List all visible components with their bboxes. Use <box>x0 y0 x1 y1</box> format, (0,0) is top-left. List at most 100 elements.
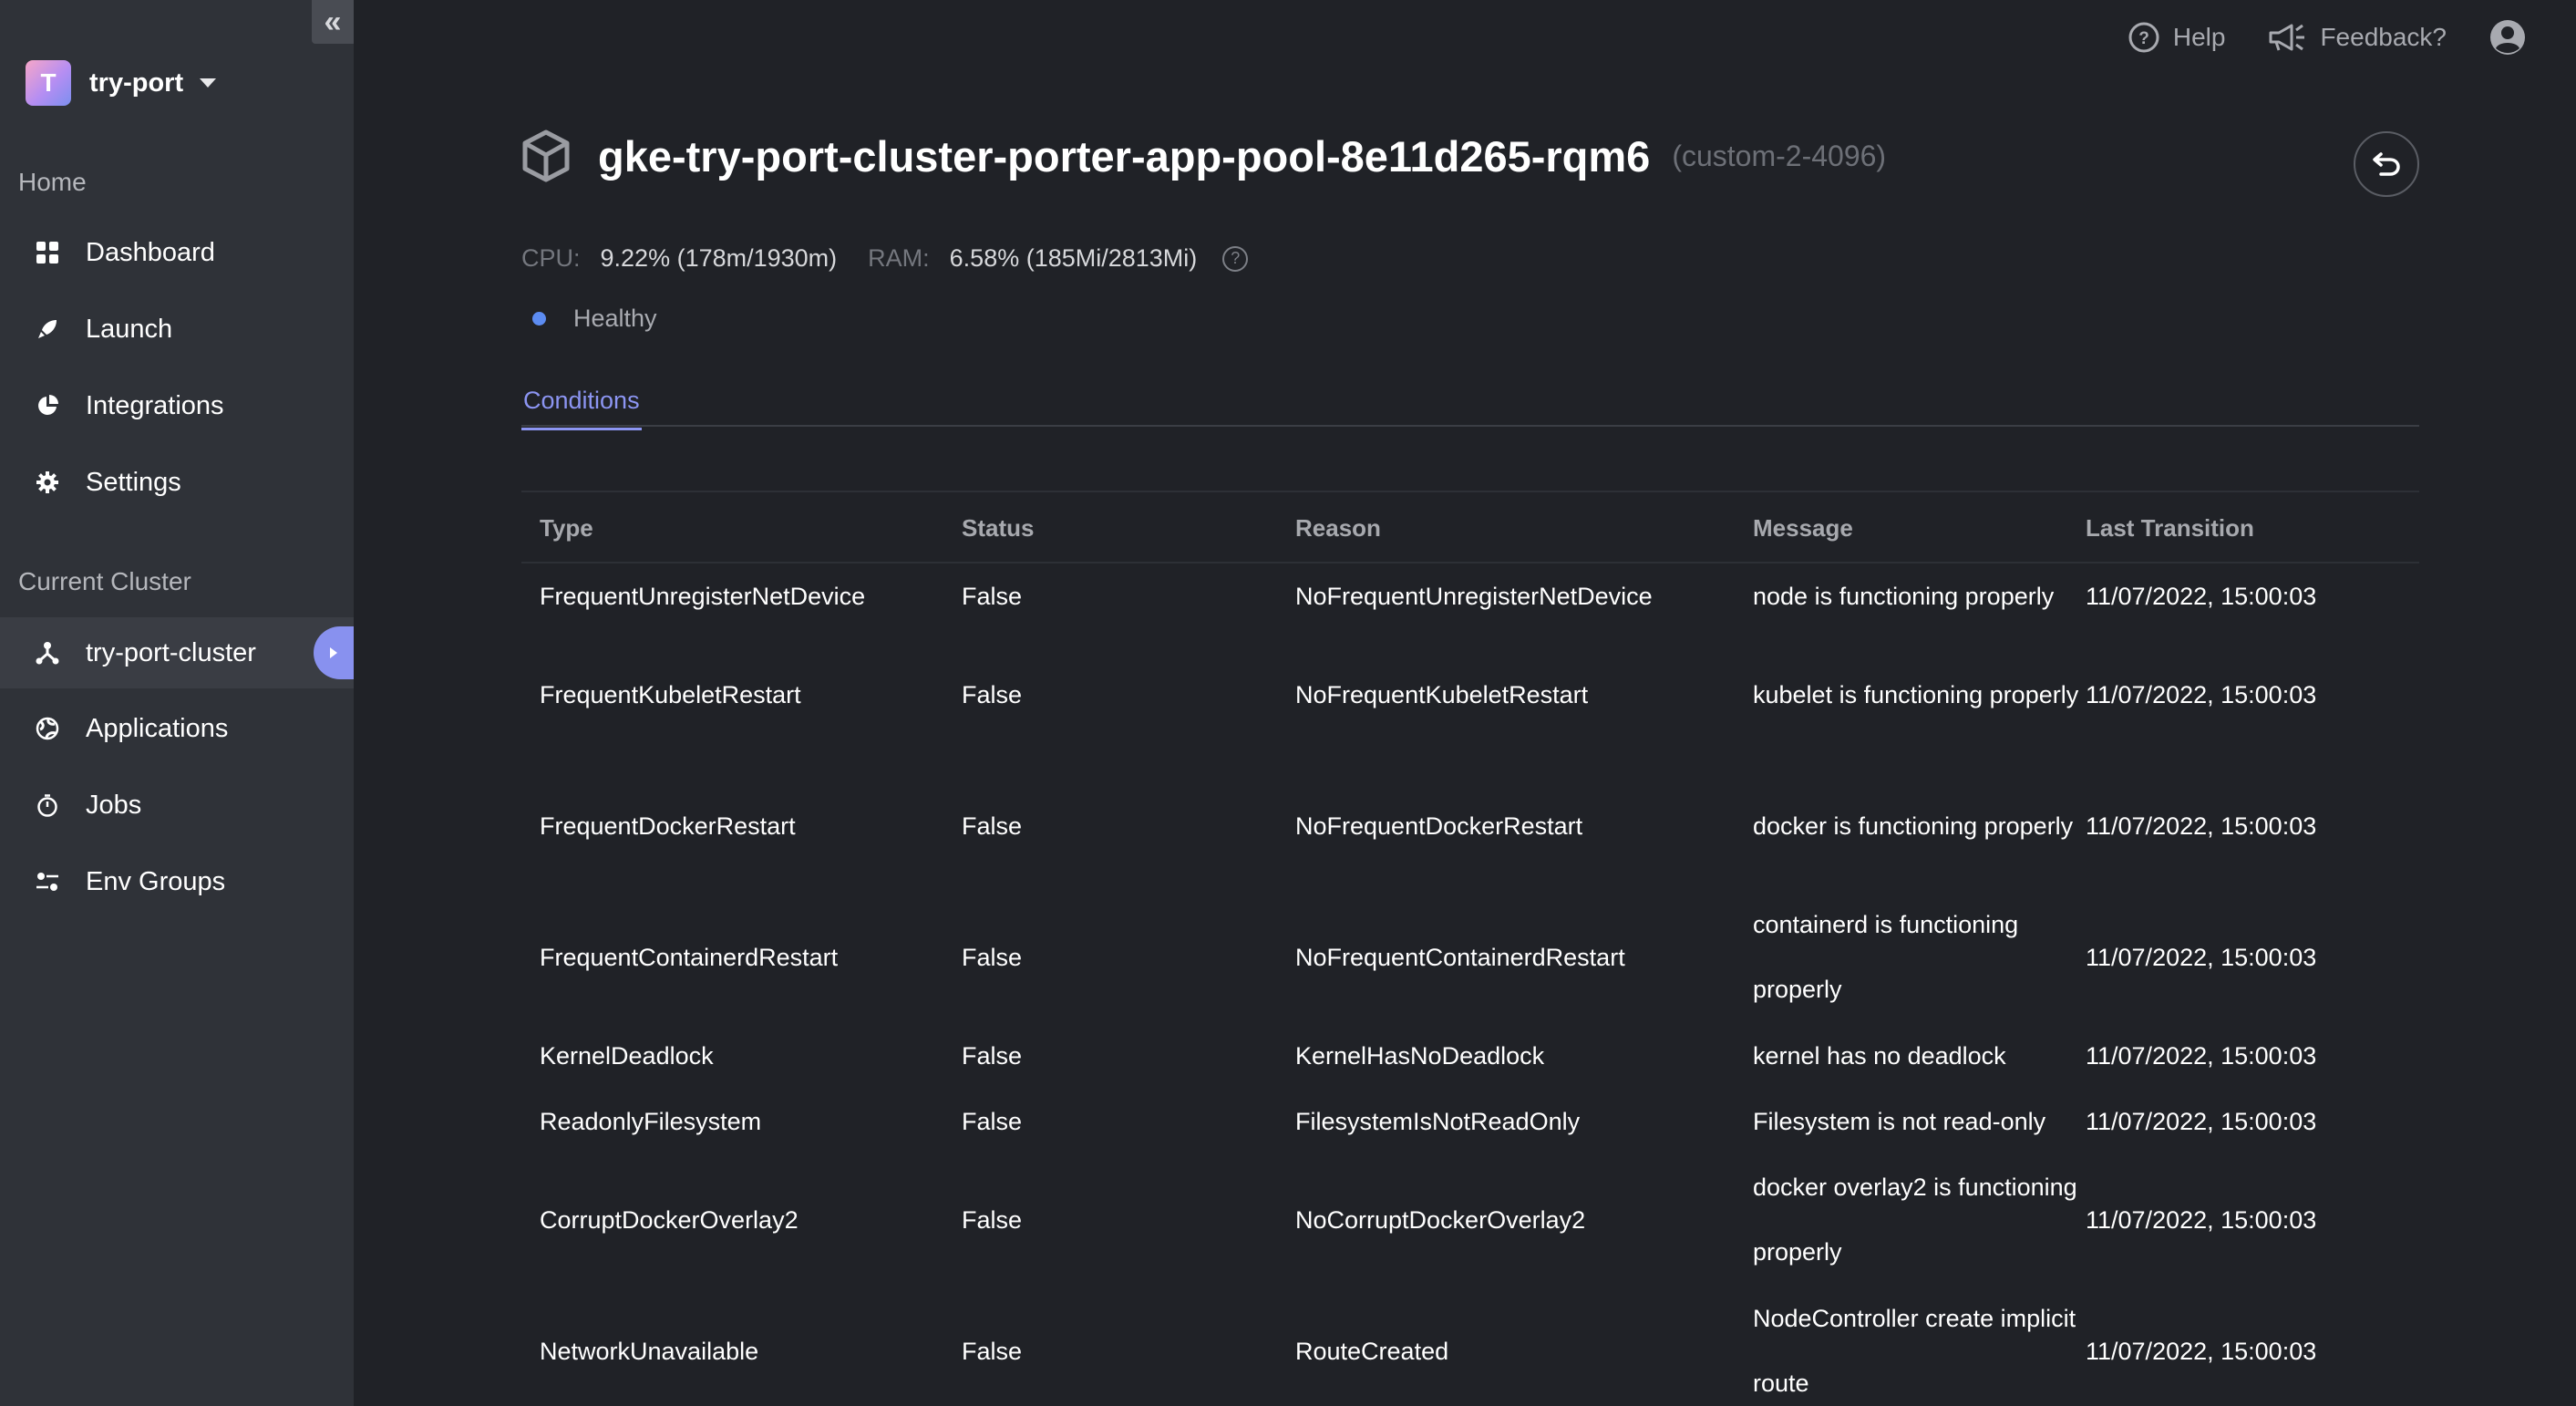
sidebar-item-jobs[interactable]: Jobs <box>0 770 354 841</box>
gear-icon <box>33 468 62 497</box>
project-selector[interactable]: T try-port <box>26 60 217 106</box>
cell-status: False <box>962 1107 1023 1135</box>
cell-status: False <box>962 1337 1023 1365</box>
svg-text:?: ? <box>2138 29 2149 48</box>
column-header-status[interactable]: Status <box>962 514 1034 543</box>
sidebar: « T try-port Home Dashboard Launch Integ… <box>0 0 354 1406</box>
cell-last-transition: 11/07/2022, 15:00:03 <box>2086 680 2317 708</box>
collapse-sidebar-button[interactable]: « <box>312 0 354 44</box>
cpu-label: CPU: <box>521 244 581 272</box>
sidebar-item-launch[interactable]: Launch <box>0 294 354 365</box>
cpu-value: 9.22% (178m/1930m) <box>600 244 838 272</box>
tab-conditions[interactable]: Conditions <box>521 383 642 430</box>
column-header-reason[interactable]: Reason <box>1295 514 1381 543</box>
cell-reason: NoFrequentDockerRestart <box>1295 812 1583 840</box>
cell-reason: KernelHasNoDeadlock <box>1295 1041 1545 1070</box>
cell-reason: NoCorruptDockerOverlay2 <box>1295 1205 1586 1234</box>
feedback-button[interactable]: Feedback? <box>2267 21 2447 54</box>
help-button[interactable]: ? Help <box>2128 21 2226 54</box>
sidebar-item-label: try-port-cluster <box>86 637 256 667</box>
cell-message: containerd is functioning properly <box>1753 911 2019 1003</box>
cell-reason: RouteCreated <box>1295 1337 1449 1365</box>
cell-message: node is functioning properly <box>1753 582 2055 610</box>
sidebar-item-label: Launch <box>86 314 173 344</box>
resource-metrics: CPU: 9.22% (178m/1930m) RAM: 6.58% (185M… <box>521 244 1249 273</box>
cell-reason: FilesystemIsNotReadOnly <box>1295 1107 1581 1135</box>
account-button[interactable] <box>2488 18 2540 57</box>
dashboard-icon <box>33 238 62 267</box>
cell-message: NodeController create implicit route <box>1753 1305 2076 1397</box>
table-row[interactable]: FrequentContainerdRestart False NoFrequent… <box>521 892 2419 1023</box>
conditions-table: Type Status Reason Message Last Transiti… <box>521 491 2419 1406</box>
cell-status: False <box>962 943 1023 971</box>
pie-chart-icon <box>33 391 62 420</box>
cell-type: FrequentContainerdRestart <box>540 943 839 971</box>
sliders-icon <box>33 867 62 896</box>
cell-last-transition: 11/07/2022, 15:00:03 <box>2086 943 2317 971</box>
table-body: FrequentUnregisterNetDevice False NoFreque… <box>521 563 2419 1406</box>
user-circle-icon <box>2490 20 2525 55</box>
machine-type: (custom-2-4096) <box>1672 139 1887 172</box>
cell-type: KernelDeadlock <box>540 1041 714 1070</box>
sidebar-item-applications[interactable]: Applications <box>0 693 354 764</box>
cell-reason: NoFrequentKubeletRestart <box>1295 680 1589 708</box>
feedback-label: Feedback? <box>2320 23 2447 51</box>
cell-type: FrequentUnregisterNetDevice <box>540 582 866 610</box>
help-label: Help <box>2172 23 2226 51</box>
cell-type: FrequentDockerRestart <box>540 812 796 840</box>
globe-icon <box>33 714 62 743</box>
sidebar-item-dashboard[interactable]: Dashboard <box>0 217 354 288</box>
cell-reason: NoFrequentContainerdRestart <box>1295 943 1625 971</box>
column-header-message[interactable]: Message <box>1753 514 2090 543</box>
undo-arrow-icon <box>2373 152 2400 176</box>
table-row[interactable]: FrequentKubeletRestart False NoFrequentKub… <box>521 629 2419 760</box>
rocket-icon <box>33 315 62 344</box>
project-name: try-port <box>89 67 184 98</box>
sidebar-item-settings[interactable]: Settings <box>0 447 354 518</box>
sidebar-item-label: Jobs <box>86 790 142 820</box>
chevron-right-icon <box>330 647 337 658</box>
table-row[interactable]: FrequentDockerRestart False NoFrequentDock… <box>521 760 2419 892</box>
sidebar-item-cluster[interactable]: try-port-cluster <box>0 617 354 688</box>
question-circle-icon: ? <box>2128 22 2159 53</box>
sidebar-item-label: Settings <box>86 467 181 497</box>
cell-message: docker is functioning properly <box>1753 812 2074 840</box>
table-header: Type Status Reason Message Last Transiti… <box>521 492 2419 563</box>
cell-type: ReadonlyFilesystem <box>540 1107 762 1135</box>
section-label-home: Home <box>18 168 87 196</box>
table-row[interactable]: FrequentUnregisterNetDevice False NoFreque… <box>521 563 2419 629</box>
metrics-help-icon[interactable]: ? <box>1222 245 1249 272</box>
cell-last-transition: 11/07/2022, 15:00:03 <box>2086 582 2317 610</box>
sidebar-item-integrations[interactable]: Integrations <box>0 370 354 441</box>
page-header: gke-try-port-cluster-porter-app-pool-8e1… <box>521 129 1886 182</box>
status-dot <box>532 312 546 326</box>
cell-last-transition: 11/07/2022, 15:00:03 <box>2086 812 2317 840</box>
table-row[interactable]: ReadonlyFilesystem False FilesystemIsNotRe… <box>521 1089 2419 1154</box>
cell-type: NetworkUnavailable <box>540 1337 759 1365</box>
ram-value: 6.58% (185Mi/2813Mi) <box>949 244 1198 272</box>
double-chevron-left-icon: « <box>324 5 342 39</box>
sidebar-item-label: Dashboard <box>86 237 215 267</box>
table-row[interactable]: CorruptDockerOverlay2 False NoCorruptDocke… <box>521 1154 2419 1286</box>
back-button[interactable] <box>2354 131 2419 197</box>
cell-status: False <box>962 680 1023 708</box>
tab-bar: Conditions <box>521 383 2419 430</box>
cell-status: False <box>962 582 1023 610</box>
column-header-last-transition[interactable]: Last Transition <box>2086 514 2254 543</box>
megaphone-icon <box>2269 24 2305 51</box>
sidebar-item-env-groups[interactable]: Env Groups <box>0 846 354 917</box>
sidebar-item-label: Applications <box>86 713 229 743</box>
cell-reason: NoFrequentUnregisterNetDevice <box>1295 582 1653 610</box>
table-row[interactable]: NetworkUnavailable False RouteCreated NodeC… <box>521 1286 2419 1406</box>
expand-cluster-button[interactable] <box>314 626 354 679</box>
health-status: Healthy <box>532 305 657 333</box>
column-header-type[interactable]: Type <box>540 514 593 543</box>
sidebar-item-label: Integrations <box>86 390 224 420</box>
table-row[interactable]: KernelDeadlock False KernelHasNoDeadlock ke… <box>521 1023 2419 1089</box>
cell-status: False <box>962 812 1023 840</box>
section-label-current-cluster: Current Cluster <box>18 567 191 595</box>
page-title: gke-try-port-cluster-porter-app-pool-8e1… <box>598 131 1651 181</box>
cell-type: FrequentKubeletRestart <box>540 680 801 708</box>
cell-message: kernel has no deadlock <box>1753 1041 2006 1070</box>
cell-last-transition: 11/07/2022, 15:00:03 <box>2086 1107 2317 1135</box>
